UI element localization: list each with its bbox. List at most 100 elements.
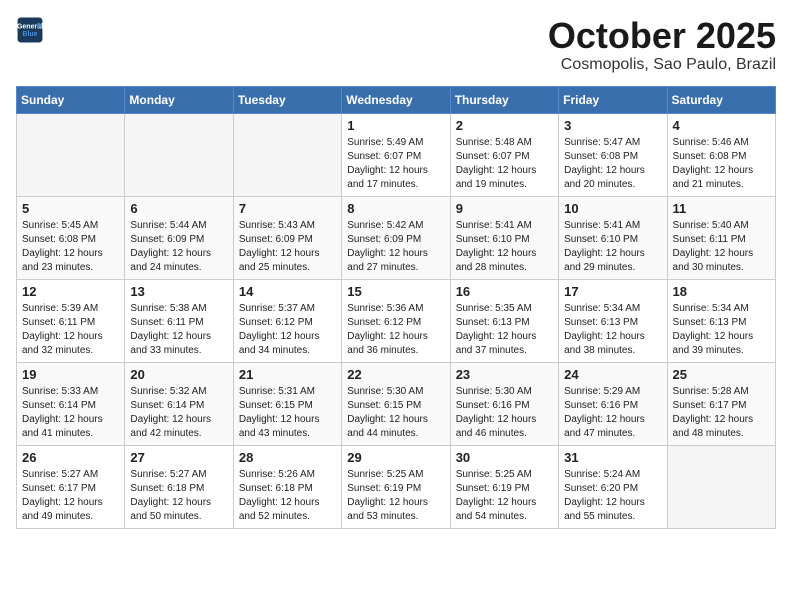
cell-info: Sunrise: 5:27 AMSunset: 6:17 PMDaylight:… bbox=[22, 468, 119, 524]
calendar-cell bbox=[17, 113, 125, 196]
cell-info: Sunrise: 5:36 AMSunset: 6:12 PMDaylight:… bbox=[347, 302, 444, 358]
cell-info: Sunrise: 5:29 AMSunset: 6:16 PMDaylight:… bbox=[564, 385, 661, 441]
calendar-header-row: SundayMondayTuesdayWednesdayThursdayFrid… bbox=[17, 86, 776, 113]
day-of-week-header: Tuesday bbox=[233, 86, 341, 113]
day-number: 9 bbox=[456, 201, 553, 216]
cell-info: Sunrise: 5:41 AMSunset: 6:10 PMDaylight:… bbox=[456, 219, 553, 275]
cell-info: Sunrise: 5:43 AMSunset: 6:09 PMDaylight:… bbox=[239, 219, 336, 275]
calendar-cell: 24 Sunrise: 5:29 AMSunset: 6:16 PMDayligh… bbox=[559, 362, 667, 445]
calendar-cell: 15 Sunrise: 5:36 AMSunset: 6:12 PMDayligh… bbox=[342, 279, 450, 362]
calendar-cell: 29 Sunrise: 5:25 AMSunset: 6:19 PMDayligh… bbox=[342, 445, 450, 528]
cell-info: Sunrise: 5:44 AMSunset: 6:09 PMDaylight:… bbox=[130, 219, 227, 275]
cell-info: Sunrise: 5:49 AMSunset: 6:07 PMDaylight:… bbox=[347, 136, 444, 192]
calendar-cell: 10Sunrise: 5:41 AMSunset: 6:10 PMDayligh… bbox=[559, 196, 667, 279]
day-number: 3 bbox=[564, 118, 661, 133]
day-of-week-header: Friday bbox=[559, 86, 667, 113]
day-number: 29 bbox=[347, 450, 444, 465]
cell-info: Sunrise: 5:37 AMSunset: 6:12 PMDaylight:… bbox=[239, 302, 336, 358]
calendar-week-row: 1 Sunrise: 5:49 AMSunset: 6:07 PMDaylight… bbox=[17, 113, 776, 196]
day-number: 13 bbox=[130, 284, 227, 299]
day-number: 12 bbox=[22, 284, 119, 299]
cell-info: Sunrise: 5:31 AMSunset: 6:15 PMDaylight:… bbox=[239, 385, 336, 441]
cell-info: Sunrise: 5:48 AMSunset: 6:07 PMDaylight:… bbox=[456, 136, 553, 192]
cell-info: Sunrise: 5:30 AMSunset: 6:15 PMDaylight:… bbox=[347, 385, 444, 441]
day-number: 11 bbox=[673, 201, 770, 216]
cell-info: Sunrise: 5:25 AMSunset: 6:19 PMDaylight:… bbox=[347, 468, 444, 524]
svg-text:Blue: Blue bbox=[22, 31, 37, 38]
cell-info: Sunrise: 5:30 AMSunset: 6:16 PMDaylight:… bbox=[456, 385, 553, 441]
calendar-cell: 2 Sunrise: 5:48 AMSunset: 6:07 PMDaylight… bbox=[450, 113, 558, 196]
calendar-cell: 11 Sunrise: 5:40 AMSunset: 6:11 PMDayligh… bbox=[667, 196, 775, 279]
day-number: 18 bbox=[673, 284, 770, 299]
cell-info: Sunrise: 5:45 AMSunset: 6:08 PMDaylight:… bbox=[22, 219, 119, 275]
calendar-cell: 30Sunrise: 5:25 AMSunset: 6:19 PMDayligh… bbox=[450, 445, 558, 528]
cell-info: Sunrise: 5:27 AMSunset: 6:18 PMDaylight:… bbox=[130, 468, 227, 524]
day-number: 28 bbox=[239, 450, 336, 465]
calendar-cell: 31Sunrise: 5:24 AMSunset: 6:20 PMDayligh… bbox=[559, 445, 667, 528]
cell-info: Sunrise: 5:26 AMSunset: 6:18 PMDaylight:… bbox=[239, 468, 336, 524]
day-number: 26 bbox=[22, 450, 119, 465]
day-number: 6 bbox=[130, 201, 227, 216]
cell-info: Sunrise: 5:28 AMSunset: 6:17 PMDaylight:… bbox=[673, 385, 770, 441]
day-number: 14 bbox=[239, 284, 336, 299]
calendar-cell: 4Sunrise: 5:46 AMSunset: 6:08 PMDaylight… bbox=[667, 113, 775, 196]
calendar-cell: 17Sunrise: 5:34 AMSunset: 6:13 PMDayligh… bbox=[559, 279, 667, 362]
calendar-cell: 6 Sunrise: 5:44 AMSunset: 6:09 PMDaylight… bbox=[125, 196, 233, 279]
calendar-cell: 27Sunrise: 5:27 AMSunset: 6:18 PMDayligh… bbox=[125, 445, 233, 528]
calendar-cell: 26 Sunrise: 5:27 AMSunset: 6:17 PMDayligh… bbox=[17, 445, 125, 528]
month-title: October 2025 bbox=[548, 16, 776, 56]
day-number: 25 bbox=[673, 367, 770, 382]
day-number: 15 bbox=[347, 284, 444, 299]
day-number: 20 bbox=[130, 367, 227, 382]
cell-info: Sunrise: 5:40 AMSunset: 6:11 PMDaylight:… bbox=[673, 219, 770, 275]
calendar-cell: 18 Sunrise: 5:34 AMSunset: 6:13 PMDayligh… bbox=[667, 279, 775, 362]
day-of-week-header: Monday bbox=[125, 86, 233, 113]
cell-info: Sunrise: 5:32 AMSunset: 6:14 PMDaylight:… bbox=[130, 385, 227, 441]
day-number: 5 bbox=[22, 201, 119, 216]
calendar-cell: 1 Sunrise: 5:49 AMSunset: 6:07 PMDaylight… bbox=[342, 113, 450, 196]
day-number: 19 bbox=[22, 367, 119, 382]
cell-info: Sunrise: 5:33 AMSunset: 6:14 PMDaylight:… bbox=[22, 385, 119, 441]
calendar-cell: 25 Sunrise: 5:28 AMSunset: 6:17 PMDayligh… bbox=[667, 362, 775, 445]
calendar-week-row: 26 Sunrise: 5:27 AMSunset: 6:17 PMDayligh… bbox=[17, 445, 776, 528]
day-number: 7 bbox=[239, 201, 336, 216]
day-number: 23 bbox=[456, 367, 553, 382]
logo-icon: General Blue bbox=[16, 16, 44, 44]
calendar-cell: 28 Sunrise: 5:26 AMSunset: 6:18 PMDayligh… bbox=[233, 445, 341, 528]
calendar-cell bbox=[667, 445, 775, 528]
calendar-table: SundayMondayTuesdayWednesdayThursdayFrid… bbox=[16, 86, 776, 529]
cell-info: Sunrise: 5:34 AMSunset: 6:13 PMDaylight:… bbox=[564, 302, 661, 358]
day-number: 16 bbox=[456, 284, 553, 299]
calendar-cell bbox=[125, 113, 233, 196]
day-number: 2 bbox=[456, 118, 553, 133]
cell-info: Sunrise: 5:41 AMSunset: 6:10 PMDaylight:… bbox=[564, 219, 661, 275]
calendar-cell: 23 Sunrise: 5:30 AMSunset: 6:16 PMDayligh… bbox=[450, 362, 558, 445]
calendar-cell bbox=[233, 113, 341, 196]
location-subtitle: Cosmopolis, Sao Paulo, Brazil bbox=[548, 56, 776, 74]
calendar-cell: 7 Sunrise: 5:43 AMSunset: 6:09 PMDaylight… bbox=[233, 196, 341, 279]
page-header: General Blue October 2025 Cosmopolis, Sa… bbox=[16, 16, 776, 74]
day-number: 4 bbox=[673, 118, 770, 133]
calendar-week-row: 19 Sunrise: 5:33 AMSunset: 6:14 PMDayligh… bbox=[17, 362, 776, 445]
day-number: 21 bbox=[239, 367, 336, 382]
calendar-cell: 14 Sunrise: 5:37 AMSunset: 6:12 PMDayligh… bbox=[233, 279, 341, 362]
cell-info: Sunrise: 5:39 AMSunset: 6:11 PMDaylight:… bbox=[22, 302, 119, 358]
cell-info: Sunrise: 5:35 AMSunset: 6:13 PMDaylight:… bbox=[456, 302, 553, 358]
day-number: 31 bbox=[564, 450, 661, 465]
calendar-cell: 19 Sunrise: 5:33 AMSunset: 6:14 PMDayligh… bbox=[17, 362, 125, 445]
day-of-week-header: Wednesday bbox=[342, 86, 450, 113]
day-number: 22 bbox=[347, 367, 444, 382]
day-number: 1 bbox=[347, 118, 444, 133]
day-number: 24 bbox=[564, 367, 661, 382]
cell-info: Sunrise: 5:34 AMSunset: 6:13 PMDaylight:… bbox=[673, 302, 770, 358]
calendar-cell: 9 Sunrise: 5:41 AMSunset: 6:10 PMDaylight… bbox=[450, 196, 558, 279]
calendar-cell: 8 Sunrise: 5:42 AMSunset: 6:09 PMDaylight… bbox=[342, 196, 450, 279]
calendar-week-row: 5 Sunrise: 5:45 AMSunset: 6:08 PMDaylight… bbox=[17, 196, 776, 279]
calendar-cell: 22 Sunrise: 5:30 AMSunset: 6:15 PMDayligh… bbox=[342, 362, 450, 445]
day-of-week-header: Thursday bbox=[450, 86, 558, 113]
day-number: 8 bbox=[347, 201, 444, 216]
cell-info: Sunrise: 5:38 AMSunset: 6:11 PMDaylight:… bbox=[130, 302, 227, 358]
calendar-cell: 12 Sunrise: 5:39 AMSunset: 6:11 PMDayligh… bbox=[17, 279, 125, 362]
calendar-cell: 21 Sunrise: 5:31 AMSunset: 6:15 PMDayligh… bbox=[233, 362, 341, 445]
cell-info: Sunrise: 5:42 AMSunset: 6:09 PMDaylight:… bbox=[347, 219, 444, 275]
